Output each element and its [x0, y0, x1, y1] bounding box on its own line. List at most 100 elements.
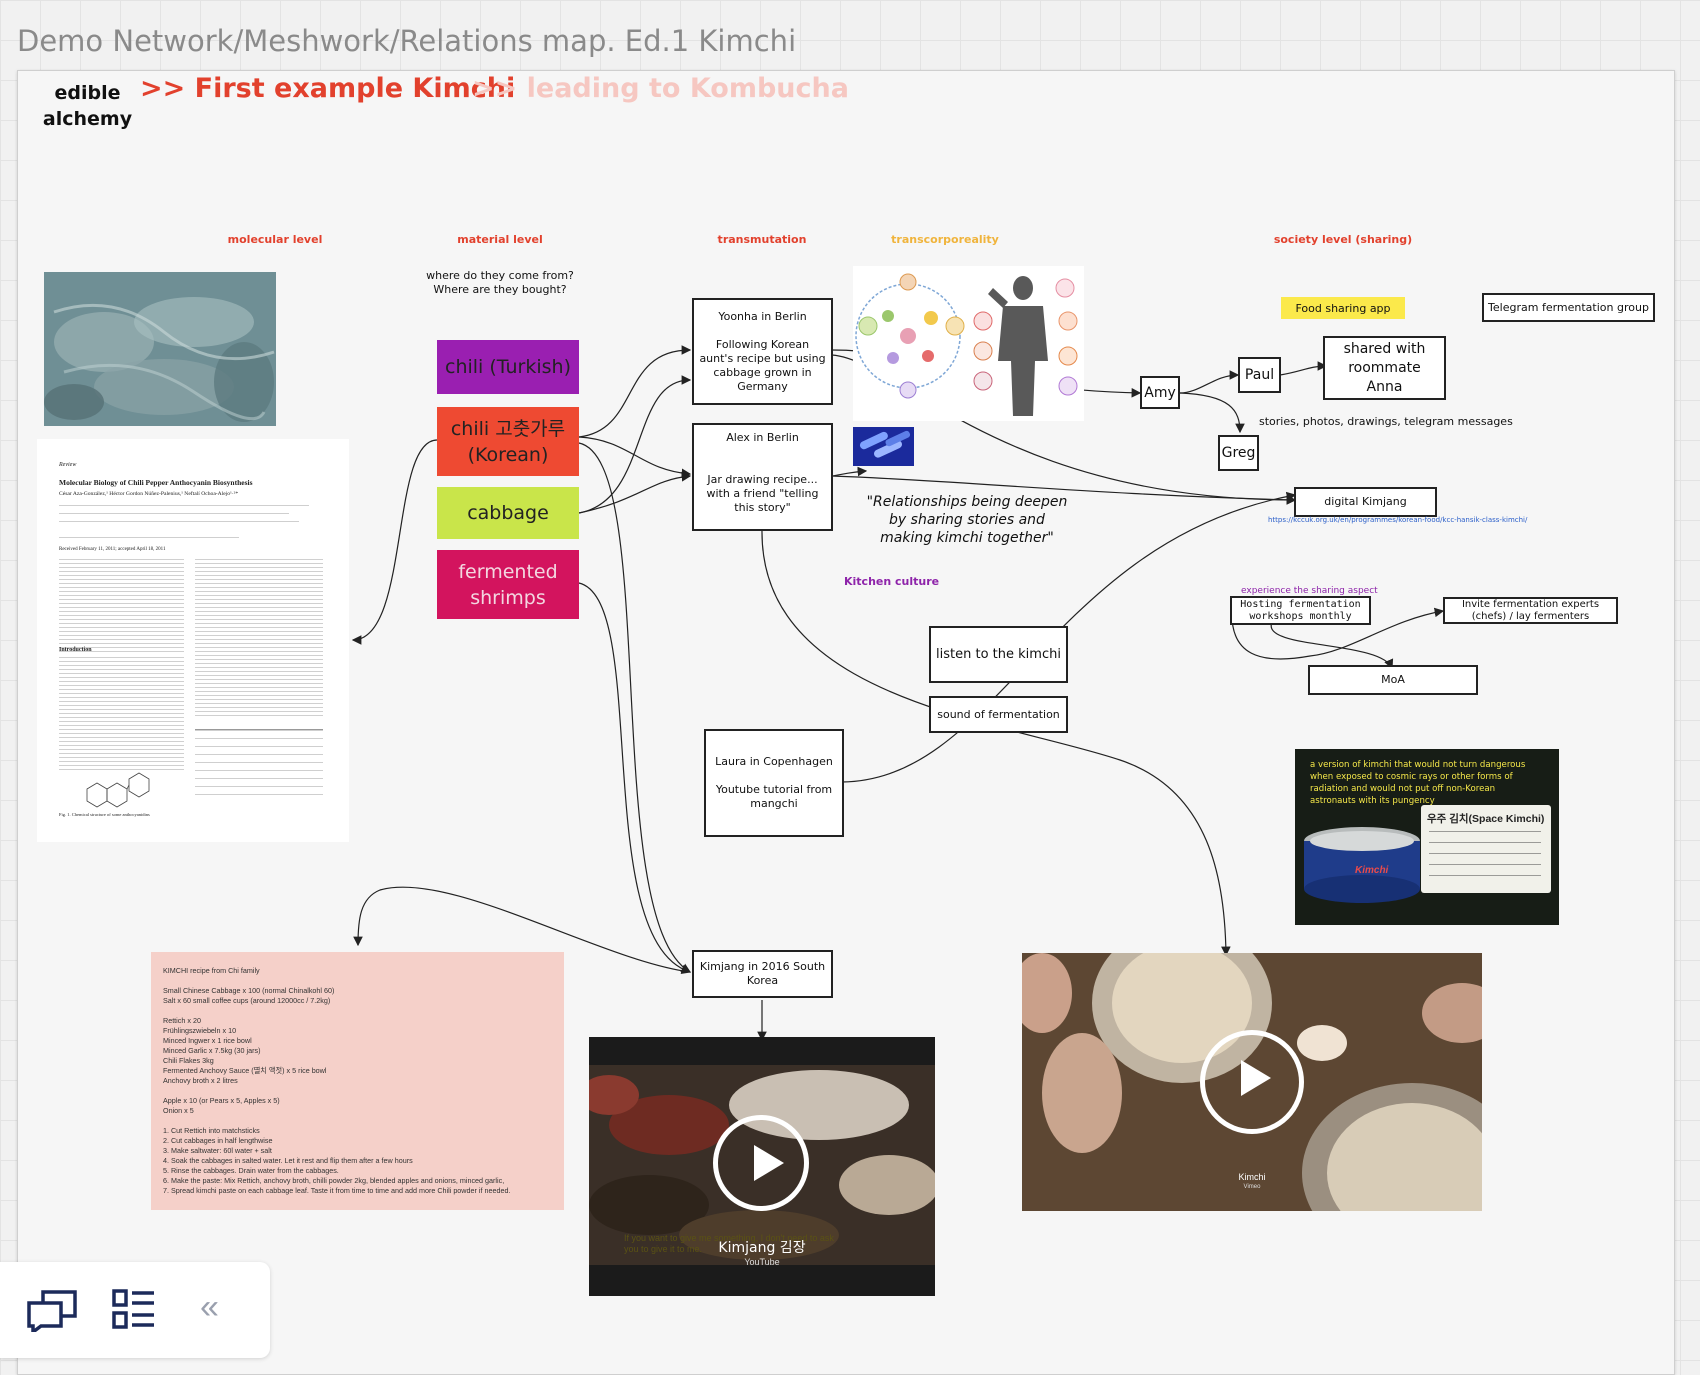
board-title[interactable]: Demo Network/Meshwork/Relations map. Ed.… [17, 24, 796, 58]
paper-section: Review [59, 462, 77, 468]
link-kcc-kimchi-class[interactable]: https://kccuk.org.uk/en/programmes/korea… [1268, 516, 1527, 524]
research-paper-document[interactable]: Review Molecular Biology of Chili Pepper… [37, 439, 349, 842]
node-moa[interactable]: MoA [1308, 665, 1478, 695]
sticky-cabbage[interactable]: cabbage [437, 487, 579, 539]
video-source: Vimeo [1243, 1184, 1261, 1190]
board-outline-icon[interactable] [112, 1289, 156, 1329]
recipe-paste: Rettich x 20 Frühlingszwiebeln x 10 Minc… [163, 1016, 327, 1085]
node-amy[interactable]: Amy [1140, 376, 1180, 409]
space-kimchi-image[interactable]: a version of kimchi that would not turn … [1295, 749, 1559, 925]
node-body: Following Korean aunt's recipe but using… [699, 337, 826, 393]
node-label: Invite fermentation experts (chefs) / la… [1461, 598, 1600, 622]
node-kimjang-korea[interactable]: Kimjang in 2016 South Korea [692, 950, 833, 998]
sticky-label: fermented shrimps [458, 560, 558, 609]
paper-authors: César Aza-González,¹ Héctor Gordon Núñez… [59, 491, 239, 497]
node-digital-kimjang[interactable]: digital Kimjang [1294, 487, 1437, 517]
paper-affiliation-line [59, 505, 309, 506]
bottom-toolbar: « [0, 1262, 270, 1358]
headline-kombucha[interactable]: >> leading to Kombucha [472, 73, 849, 104]
node-label: Amy [1144, 384, 1176, 401]
node-yoonha[interactable]: Yoonha in Berlin Following Korean aunt's… [692, 298, 833, 405]
label-experience-sharing[interactable]: experience the sharing aspect [1241, 586, 1378, 596]
node-listen-kimchi[interactable]: listen to the kimchi [929, 626, 1068, 683]
node-label: Greg [1221, 445, 1256, 461]
sticky-food-sharing-app[interactable]: Food sharing app [1281, 297, 1405, 319]
column-society[interactable]: society level (sharing) [1274, 233, 1412, 246]
paper-resumen-text [195, 559, 323, 654]
paper-body-text [195, 647, 323, 717]
node-title: Alex in Berlin [726, 431, 799, 444]
column-material[interactable]: material level [457, 233, 542, 246]
space-kimchi-sign: 우주 김치(Space Kimchi) [1421, 805, 1551, 893]
node-label: listen to the kimchi [936, 646, 1061, 662]
molecule-structure-diagram [86, 772, 150, 808]
video-title: Kimchi [1238, 1172, 1266, 1182]
headline-kimchi[interactable]: >> First example Kimchi [140, 73, 515, 104]
sticky-label: Food sharing app [1295, 301, 1391, 315]
node-paul[interactable]: Paul [1238, 357, 1281, 393]
sticky-chili-turkish[interactable]: chili (Turkish) [437, 340, 579, 394]
node-title: Laura in Copenhagen [715, 755, 833, 768]
recipe-base: Small Chinese Cabbage x 100 (normal Chin… [163, 986, 335, 1005]
column-molecular[interactable]: molecular level [228, 233, 323, 246]
node-label: digital Kimjang [1324, 495, 1407, 508]
column-transcorporeality[interactable]: transcorporeality [891, 233, 999, 246]
recipe-note[interactable]: KIMCHI recipe from Chi family Small Chin… [151, 952, 564, 1210]
recipe-title: KIMCHI recipe from Chi family [163, 966, 260, 975]
recipe-step: 5. Rinse the cabbages. Drain water from … [163, 1166, 339, 1175]
node-greg[interactable]: Greg [1218, 435, 1259, 471]
node-label: sound of fermentation [937, 707, 1060, 721]
play-icon[interactable] [713, 1115, 809, 1211]
recipe-step: 1. Cut Rettich into matchsticks [163, 1126, 260, 1135]
collapse-toolbar-icon[interactable]: « [200, 1288, 219, 1327]
node-label: Telegram fermentation group [1488, 300, 1649, 314]
play-icon[interactable] [1200, 1030, 1304, 1134]
sticky-label: chili (Turkish) [445, 356, 571, 378]
label-kitchen-culture[interactable]: Kitchen culture [844, 575, 939, 588]
node-title: Kimjang in 2016 South Korea [699, 960, 826, 987]
space-kimchi-sign-text [1429, 831, 1541, 885]
transcorporeality-diagram-image[interactable] [853, 266, 1084, 421]
node-label: Paul [1244, 367, 1275, 383]
node-shared-roommate[interactable]: shared with roommate Anna [1323, 336, 1446, 400]
node-hosting-workshops[interactable]: Hosting fermentation workshops monthly [1230, 596, 1371, 625]
node-sound-fermentation[interactable]: sound of fermentation [929, 696, 1068, 733]
video-title: Kimjang 김장 [718, 1240, 806, 1256]
kimchi-can-illustration [1304, 827, 1420, 903]
sticky-label: chili 고춧가루 (Korean) [450, 417, 566, 466]
node-title: Yoonha in Berlin [718, 309, 807, 323]
sticky-label: cabbage [467, 502, 549, 524]
cell-micrograph-image[interactable] [44, 272, 276, 426]
column-transmutation[interactable]: transmutation [718, 233, 807, 246]
paper-table [195, 729, 323, 800]
comments-icon[interactable] [27, 1290, 79, 1332]
recipe-step: 2. Cut cabbages in half lengthwise [163, 1136, 273, 1145]
node-body: Youtube tutorial from mangchi [715, 783, 833, 810]
paper-figure-caption: Fig. 1. Chemical structure of some antho… [59, 812, 150, 817]
paper-introduction-heading: Introduction [59, 647, 92, 653]
sticky-fermented-shrimps[interactable]: fermented shrimps [437, 550, 579, 619]
paper-dedication-line [59, 537, 239, 538]
material-question[interactable]: where do they come from? Where are they … [420, 269, 580, 297]
paper-body-text [59, 657, 184, 772]
node-label: MoA [1381, 673, 1405, 686]
bacteria-image[interactable] [853, 427, 914, 466]
node-laura[interactable]: Laura in Copenhagen Youtube tutorial fro… [704, 729, 844, 837]
recipe-step: 6. Make the paste: Mix Rettich, anchovy … [163, 1176, 505, 1185]
label-stories-photos[interactable]: stories, photos, drawings, telegram mess… [1259, 415, 1513, 428]
paper-affiliation-line [59, 521, 299, 522]
video-source: YouTube [744, 1257, 780, 1267]
node-alex[interactable]: Alex in Berlin Jar drawing recipe... wit… [692, 423, 833, 531]
brand-logo: edible alchemy [42, 82, 133, 130]
sticky-chili-korean[interactable]: chili 고춧가루 (Korean) [437, 407, 579, 476]
recipe-fruit: Apple x 10 (or Pears x 5, Apples x 5) On… [163, 1096, 280, 1115]
node-invite-experts[interactable]: Invite fermentation experts (chefs) / la… [1443, 597, 1618, 624]
paper-abstract-text [59, 559, 184, 654]
video-kimchi-vimeo[interactable]: Kimchi Vimeo [1022, 953, 1482, 1211]
paper-title: Molecular Biology of Chili Pepper Anthoc… [59, 478, 253, 487]
node-telegram-group[interactable]: Telegram fermentation group [1482, 293, 1655, 322]
node-label: shared with roommate Anna [1343, 340, 1426, 395]
space-kimchi-caption: a version of kimchi that would not turn … [1310, 760, 1526, 806]
video-kimjang-youtube[interactable]: If you want to give me something, I don'… [589, 1037, 935, 1296]
quote-relationships[interactable]: "Relationships being deepen by sharing s… [862, 493, 1072, 547]
